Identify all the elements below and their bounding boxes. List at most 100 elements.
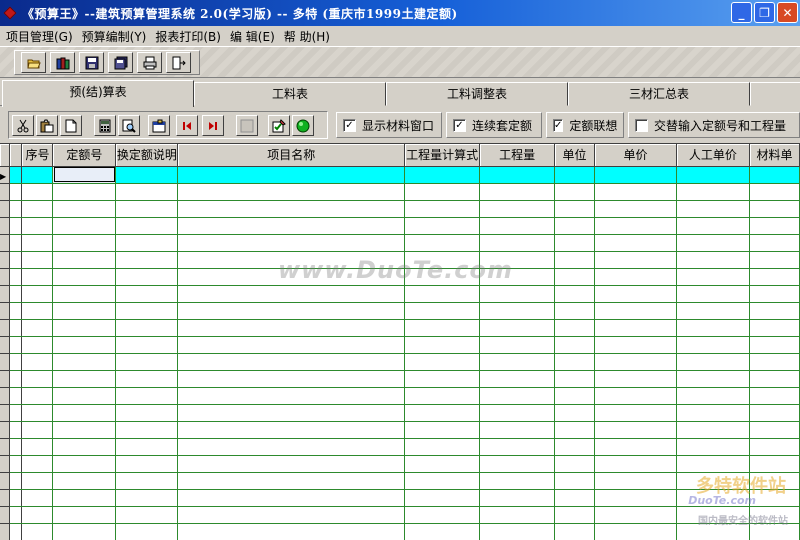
cell-item-name[interactable] <box>177 489 406 507</box>
cell-quantity[interactable] <box>479 336 556 354</box>
table-row[interactable] <box>0 455 800 473</box>
cell-unit[interactable] <box>554 268 596 286</box>
row-selector[interactable] <box>9 438 23 456</box>
cell-quantity-formula[interactable] <box>404 387 481 405</box>
cell-quantity-formula[interactable] <box>404 302 481 320</box>
cell-labor-price[interactable] <box>676 200 750 218</box>
col-header-quota-no[interactable]: 定额号 <box>52 144 117 167</box>
cell-index[interactable] <box>21 472 54 490</box>
row-selector[interactable] <box>9 319 23 337</box>
cell-quantity[interactable] <box>479 370 556 388</box>
cell-item-name[interactable] <box>177 251 406 269</box>
row-selector[interactable] <box>9 166 23 184</box>
cell-labor-price[interactable] <box>676 285 750 303</box>
cell-unit-price[interactable] <box>594 200 677 218</box>
cell-quota-no[interactable] <box>52 251 117 269</box>
cell-unit-price[interactable] <box>594 370 677 388</box>
show-material-window-checkbox[interactable]: ✓ <box>343 118 356 132</box>
cell-quantity-formula[interactable] <box>404 404 481 422</box>
cell-material-price[interactable] <box>749 302 800 320</box>
cell-quantity-formula[interactable] <box>404 421 481 439</box>
cell-material-price[interactable] <box>749 183 800 201</box>
cell-index[interactable] <box>21 251 54 269</box>
col-header-unit[interactable]: 单位 <box>554 144 596 167</box>
table-row[interactable] <box>0 506 800 524</box>
cell-quantity-formula[interactable] <box>404 200 481 218</box>
cell-material-price[interactable] <box>749 489 800 507</box>
quota-suggest-option[interactable]: ✓ 定额联想 <box>546 112 624 138</box>
find-button[interactable] <box>118 115 140 136</box>
last-record-button[interactable] <box>202 115 224 136</box>
cell-labor-price[interactable] <box>676 438 750 456</box>
cell-index[interactable] <box>21 506 54 524</box>
cell-material-price[interactable] <box>749 336 800 354</box>
cell-unit[interactable] <box>554 523 596 540</box>
cell-index[interactable] <box>21 183 54 201</box>
cell-unit-price[interactable] <box>594 268 677 286</box>
properties-button[interactable] <box>148 115 170 136</box>
cell-item-name[interactable] <box>177 506 406 524</box>
cell-labor-price[interactable] <box>676 251 750 269</box>
cell-item-name[interactable] <box>177 166 406 184</box>
row-selector[interactable] <box>9 506 23 524</box>
cell-quota-note[interactable] <box>115 251 179 269</box>
cell-quota-note[interactable] <box>115 489 179 507</box>
table-row[interactable] <box>0 200 800 218</box>
tab-labor-material[interactable]: 工料表 <box>194 82 386 106</box>
cell-quantity-formula[interactable] <box>404 166 481 184</box>
cell-unit-price[interactable] <box>594 387 677 405</box>
cell-labor-price[interactable] <box>676 319 750 337</box>
cell-quota-note[interactable] <box>115 319 179 337</box>
alternate-input-checkbox[interactable] <box>635 118 648 132</box>
cell-labor-price[interactable] <box>676 336 750 354</box>
cell-unit-price[interactable] <box>594 404 677 422</box>
cell-material-price[interactable] <box>749 370 800 388</box>
cell-labor-price[interactable] <box>676 166 750 184</box>
cell-item-name[interactable] <box>177 302 406 320</box>
row-selector[interactable] <box>9 183 23 201</box>
cell-index[interactable] <box>21 455 54 473</box>
cell-quota-note[interactable] <box>115 234 179 252</box>
cell-quota-no[interactable] <box>52 285 117 303</box>
cell-unit[interactable] <box>554 421 596 439</box>
cell-unit[interactable] <box>554 438 596 456</box>
cell-index[interactable] <box>21 421 54 439</box>
cell-unit[interactable] <box>554 404 596 422</box>
cell-quota-no[interactable] <box>52 268 117 286</box>
cell-item-name[interactable] <box>177 523 406 540</box>
cell-material-price[interactable] <box>749 234 800 252</box>
cell-material-price[interactable] <box>749 506 800 524</box>
cell-material-price[interactable] <box>749 387 800 405</box>
table-row[interactable] <box>0 387 800 405</box>
cell-index[interactable] <box>21 387 54 405</box>
cell-material-price[interactable] <box>749 285 800 303</box>
row-selector[interactable] <box>9 217 23 235</box>
cell-quantity-formula[interactable] <box>404 268 481 286</box>
maximize-button[interactable]: ❐ <box>754 2 775 23</box>
row-selector[interactable] <box>9 353 23 371</box>
cell-index[interactable] <box>21 200 54 218</box>
cell-unit-price[interactable] <box>594 336 677 354</box>
open-button[interactable] <box>21 52 46 73</box>
col-header-quantity[interactable]: 工程量 <box>479 144 556 167</box>
cell-index[interactable] <box>21 438 54 456</box>
col-header-material-price[interactable]: 材料单 <box>749 144 800 167</box>
cell-quantity-formula[interactable] <box>404 234 481 252</box>
cell-quota-no[interactable] <box>52 302 117 320</box>
cell-material-price[interactable] <box>749 472 800 490</box>
cell-item-name[interactable] <box>177 421 406 439</box>
cell-quantity[interactable] <box>479 421 556 439</box>
cell-unit-price[interactable] <box>594 438 677 456</box>
cell-quota-no[interactable] <box>52 404 117 422</box>
cell-index[interactable] <box>21 489 54 507</box>
cell-quota-no[interactable] <box>52 506 117 524</box>
cell-labor-price[interactable] <box>676 472 750 490</box>
cell-unit[interactable] <box>554 455 596 473</box>
cell-index[interactable] <box>21 319 54 337</box>
table-row[interactable] <box>0 370 800 388</box>
cell-quota-no[interactable] <box>52 200 117 218</box>
cell-unit[interactable] <box>554 489 596 507</box>
continuous-quota-checkbox[interactable]: ✓ <box>453 118 466 132</box>
cell-quota-no[interactable] <box>52 455 117 473</box>
row-selector[interactable] <box>9 268 23 286</box>
